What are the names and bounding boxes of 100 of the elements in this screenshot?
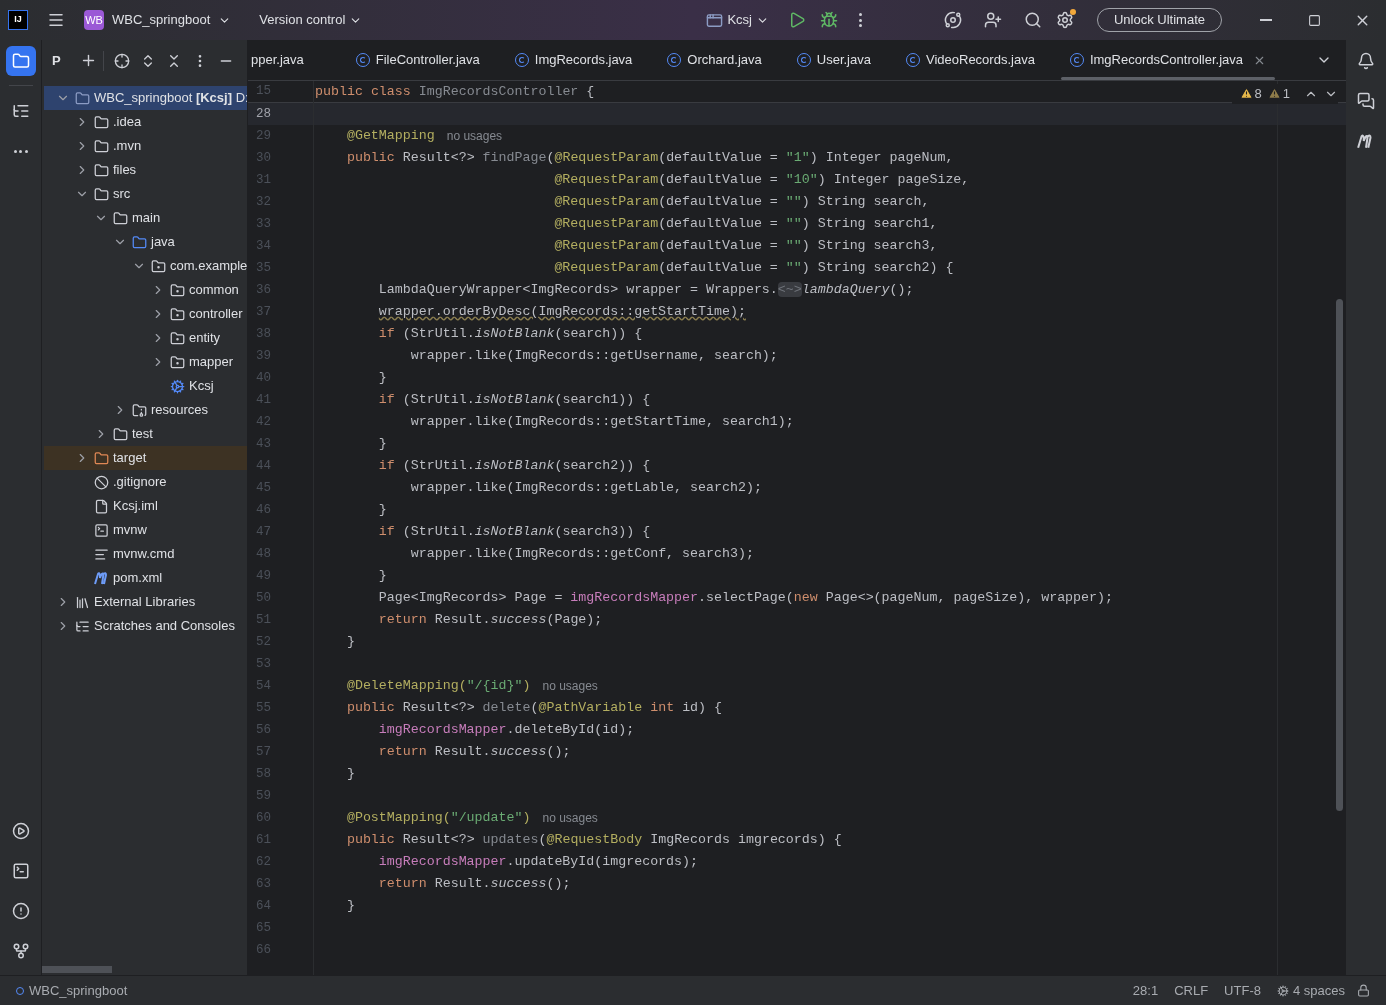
code-line: } bbox=[377, 501, 387, 520]
indent-setting[interactable]: 4 spaces bbox=[1276, 980, 1345, 1001]
tree-item-label: .gitignore bbox=[113, 473, 167, 492]
code-line: @DeleteMapping("/{id}") bbox=[345, 677, 531, 696]
tree-item[interactable]: java bbox=[44, 230, 247, 254]
terminal-file-icon bbox=[94, 522, 109, 538]
run-config-selector[interactable]: Kcsj bbox=[706, 10, 769, 30]
code-line: LambdaQueryWrapper<ImgRecords> wrapper = Wrappers.<~>lambdaQuery(); bbox=[377, 281, 914, 300]
maximize-icon bbox=[1307, 13, 1321, 27]
tree-item[interactable]: resources bbox=[44, 398, 247, 422]
tree-item[interactable]: common bbox=[44, 278, 247, 302]
project-tool-button[interactable] bbox=[5, 46, 36, 76]
add-user-icon bbox=[983, 11, 1002, 29]
code-line: if (StrUtil.isNotBlank(search2)) { bbox=[377, 457, 651, 476]
add-icon[interactable] bbox=[80, 52, 97, 69]
tree-item[interactable]: .mvn bbox=[44, 134, 247, 158]
tree-item[interactable]: Kcsj bbox=[44, 374, 247, 398]
window-icon bbox=[706, 11, 724, 29]
lock-icon[interactable] bbox=[1357, 984, 1370, 997]
editor-tab[interactable]: ImgRecordsController.java bbox=[1060, 40, 1276, 80]
vcs-selector[interactable]: Version control bbox=[259, 10, 363, 30]
code-line: return Result.success(Page); bbox=[377, 611, 603, 630]
editor-tab[interactable]: Orchard.java bbox=[658, 40, 771, 80]
swirl-icon bbox=[943, 11, 962, 29]
folder-icon bbox=[94, 138, 109, 154]
code-line: Page<ImgRecords> Page = imgRecordsMapper.selectPage(new Page<>(pageNum, pageSize), wrapper); bbox=[377, 589, 1113, 608]
tree-item[interactable]: Kcsj.iml bbox=[44, 494, 247, 518]
tree-item[interactable]: test bbox=[44, 422, 247, 446]
tree-item[interactable]: mapper bbox=[44, 350, 247, 374]
vertical-scrollbar[interactable] bbox=[1336, 299, 1343, 811]
terminal-icon bbox=[11, 862, 30, 880]
editor-tab[interactable]: User.java bbox=[787, 40, 880, 80]
library-icon bbox=[75, 594, 90, 610]
code-line: } bbox=[377, 567, 387, 586]
tree-item[interactable]: src bbox=[44, 182, 247, 206]
package-folder-icon bbox=[151, 258, 166, 274]
tree-item-label: common bbox=[189, 281, 239, 300]
weak-warning-count[interactable]: 1 bbox=[1267, 84, 1290, 104]
locate-icon[interactable] bbox=[114, 52, 130, 69]
code-line: imgRecordsMapper.deleteById(id); bbox=[377, 721, 635, 740]
horizontal-scrollbar[interactable] bbox=[42, 966, 112, 973]
code-line: @RequestParam(defaultValue = "") String search1, bbox=[553, 215, 938, 234]
tree-item-label: mvnw.cmd bbox=[113, 545, 175, 564]
caret-position[interactable]: 28:1 bbox=[1132, 980, 1159, 1001]
settings-icon bbox=[1055, 11, 1074, 29]
line-separator[interactable]: CRLF bbox=[1174, 980, 1209, 1001]
ellipsis-icon bbox=[13, 149, 28, 153]
code-line: } bbox=[345, 765, 355, 784]
inlay-hint: no usages bbox=[542, 678, 598, 695]
tree-item[interactable]: com.example bbox=[44, 254, 247, 278]
tree-item[interactable]: main bbox=[44, 206, 247, 230]
search-icon bbox=[1023, 11, 1042, 29]
code-line: public class ImgRecordsController { bbox=[314, 82, 595, 101]
folder-icon bbox=[113, 426, 128, 442]
code-line: public Result<?> delete(@PathVariable int id) { bbox=[345, 699, 723, 718]
inlay-hint: no usages bbox=[542, 810, 598, 827]
tree-item[interactable]: External Libraries bbox=[44, 590, 247, 614]
code-line: } bbox=[377, 369, 387, 388]
breadcrumb[interactable]: WBC_springboot bbox=[29, 980, 128, 1001]
tree-item-label: Kcsj.iml bbox=[113, 497, 158, 516]
editor-tab[interactable]: FileController.java bbox=[346, 40, 489, 80]
code-line: } bbox=[377, 435, 387, 454]
tree-item[interactable]: files bbox=[44, 158, 247, 182]
folder-icon bbox=[94, 162, 109, 178]
tree-item[interactable]: .gitignore bbox=[44, 470, 247, 494]
editor-tab[interactable]: pper.java bbox=[248, 40, 347, 80]
chat-icon bbox=[1357, 92, 1375, 110]
tree-item[interactable]: entity bbox=[44, 326, 247, 350]
tree-item[interactable]: mvnw.cmd bbox=[44, 542, 247, 566]
editor-tab[interactable]: ImgRecords.java bbox=[505, 40, 642, 80]
tree-item[interactable]: .idea bbox=[44, 110, 247, 134]
tree-item[interactable]: target bbox=[44, 446, 247, 470]
code-line: @PostMapping("/update") bbox=[345, 809, 531, 828]
tree-item[interactable]: controller bbox=[44, 302, 247, 326]
tree-item[interactable]: Scratches and Consoles bbox=[44, 614, 247, 638]
code-line: if (StrUtil.isNotBlank(search1)) { bbox=[377, 391, 651, 410]
warning-icon bbox=[1267, 87, 1281, 101]
folder-icon bbox=[94, 186, 109, 202]
package-folder-icon bbox=[170, 306, 185, 322]
code-line: wrapper.orderByDesc(ImgRecords::getStartTime); bbox=[377, 303, 746, 322]
tree-item-label: test bbox=[132, 425, 153, 444]
bell-icon bbox=[1357, 52, 1375, 70]
code-line: return Result.success(); bbox=[377, 875, 571, 894]
warning-count[interactable]: 8 bbox=[1239, 84, 1262, 104]
tree-item-label: .mvn bbox=[113, 137, 142, 156]
maven-icon bbox=[94, 571, 110, 585]
app-logo[interactable]: IJ bbox=[8, 10, 28, 30]
editor-tab[interactable]: VideoRecords.java bbox=[897, 40, 1044, 80]
project-selector[interactable]: WB WBC_springboot bbox=[84, 10, 232, 30]
file-encoding[interactable]: UTF-8 bbox=[1224, 980, 1261, 1001]
code-line: @RequestParam(defaultValue = "") String search, bbox=[553, 193, 930, 212]
tree-item-label: .idea bbox=[113, 113, 142, 132]
code-line: @GetMapping bbox=[345, 127, 435, 146]
file-icon bbox=[94, 498, 109, 514]
tree-item[interactable]: WBC_springboot [Kcsj] D: bbox=[44, 86, 247, 110]
folder-icon bbox=[132, 234, 147, 250]
tree-item-label: mapper bbox=[189, 353, 234, 372]
tree-item[interactable]: pom.xml bbox=[44, 566, 247, 590]
tree-item[interactable]: mvnw bbox=[44, 518, 247, 542]
tree-item-label: controller bbox=[189, 305, 243, 324]
